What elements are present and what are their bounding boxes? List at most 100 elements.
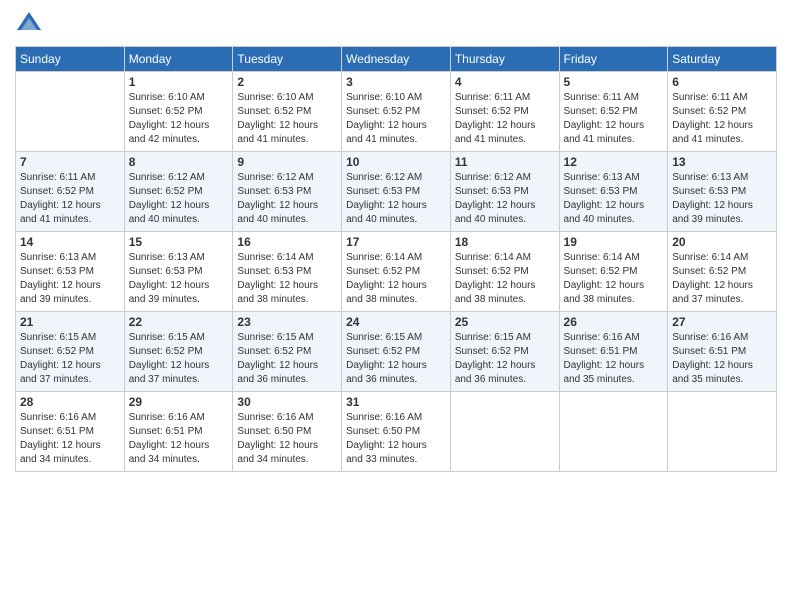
header — [15, 10, 777, 38]
calendar-day-header: Sunday — [16, 47, 125, 72]
day-info: Sunrise: 6:11 AMSunset: 6:52 PMDaylight:… — [455, 92, 536, 145]
day-number: 9 — [237, 155, 337, 169]
day-info: Sunrise: 6:15 AMSunset: 6:52 PMDaylight:… — [129, 332, 210, 385]
day-info: Sunrise: 6:12 AMSunset: 6:53 PMDaylight:… — [346, 172, 427, 225]
day-number: 6 — [672, 75, 772, 89]
calendar-cell: 18 Sunrise: 6:14 AMSunset: 6:52 PMDaylig… — [450, 232, 559, 312]
day-number: 15 — [129, 235, 229, 249]
calendar-cell: 27 Sunrise: 6:16 AMSunset: 6:51 PMDaylig… — [668, 312, 777, 392]
calendar-cell: 26 Sunrise: 6:16 AMSunset: 6:51 PMDaylig… — [559, 312, 668, 392]
calendar: SundayMondayTuesdayWednesdayThursdayFrid… — [15, 46, 777, 472]
calendar-day-header: Tuesday — [233, 47, 342, 72]
day-info: Sunrise: 6:14 AMSunset: 6:53 PMDaylight:… — [237, 252, 318, 305]
calendar-cell: 31 Sunrise: 6:16 AMSunset: 6:50 PMDaylig… — [342, 392, 451, 472]
day-info: Sunrise: 6:10 AMSunset: 6:52 PMDaylight:… — [237, 92, 318, 145]
calendar-cell: 25 Sunrise: 6:15 AMSunset: 6:52 PMDaylig… — [450, 312, 559, 392]
calendar-cell — [450, 392, 559, 472]
day-number: 2 — [237, 75, 337, 89]
day-number: 19 — [564, 235, 664, 249]
day-number: 24 — [346, 315, 446, 329]
calendar-week-row: 7 Sunrise: 6:11 AMSunset: 6:52 PMDayligh… — [16, 152, 777, 232]
calendar-day-header: Wednesday — [342, 47, 451, 72]
calendar-week-row: 21 Sunrise: 6:15 AMSunset: 6:52 PMDaylig… — [16, 312, 777, 392]
calendar-cell: 15 Sunrise: 6:13 AMSunset: 6:53 PMDaylig… — [124, 232, 233, 312]
day-number: 17 — [346, 235, 446, 249]
day-number: 31 — [346, 395, 446, 409]
calendar-day-header: Thursday — [450, 47, 559, 72]
calendar-cell: 28 Sunrise: 6:16 AMSunset: 6:51 PMDaylig… — [16, 392, 125, 472]
calendar-cell — [559, 392, 668, 472]
calendar-day-header: Saturday — [668, 47, 777, 72]
day-number: 29 — [129, 395, 229, 409]
calendar-day-header: Friday — [559, 47, 668, 72]
day-info: Sunrise: 6:16 AMSunset: 6:51 PMDaylight:… — [564, 332, 645, 385]
calendar-cell: 29 Sunrise: 6:16 AMSunset: 6:51 PMDaylig… — [124, 392, 233, 472]
day-number: 5 — [564, 75, 664, 89]
day-number: 3 — [346, 75, 446, 89]
day-number: 10 — [346, 155, 446, 169]
day-number: 12 — [564, 155, 664, 169]
day-number: 27 — [672, 315, 772, 329]
day-number: 14 — [20, 235, 120, 249]
day-number: 7 — [20, 155, 120, 169]
calendar-cell: 22 Sunrise: 6:15 AMSunset: 6:52 PMDaylig… — [124, 312, 233, 392]
day-info: Sunrise: 6:15 AMSunset: 6:52 PMDaylight:… — [237, 332, 318, 385]
calendar-day-header: Monday — [124, 47, 233, 72]
calendar-cell: 8 Sunrise: 6:12 AMSunset: 6:52 PMDayligh… — [124, 152, 233, 232]
day-number: 21 — [20, 315, 120, 329]
page: SundayMondayTuesdayWednesdayThursdayFrid… — [0, 0, 792, 612]
calendar-cell: 14 Sunrise: 6:13 AMSunset: 6:53 PMDaylig… — [16, 232, 125, 312]
day-number: 25 — [455, 315, 555, 329]
calendar-cell: 12 Sunrise: 6:13 AMSunset: 6:53 PMDaylig… — [559, 152, 668, 232]
day-info: Sunrise: 6:10 AMSunset: 6:52 PMDaylight:… — [346, 92, 427, 145]
calendar-cell: 10 Sunrise: 6:12 AMSunset: 6:53 PMDaylig… — [342, 152, 451, 232]
calendar-cell: 1 Sunrise: 6:10 AMSunset: 6:52 PMDayligh… — [124, 72, 233, 152]
calendar-cell: 2 Sunrise: 6:10 AMSunset: 6:52 PMDayligh… — [233, 72, 342, 152]
calendar-header-row: SundayMondayTuesdayWednesdayThursdayFrid… — [16, 47, 777, 72]
day-info: Sunrise: 6:13 AMSunset: 6:53 PMDaylight:… — [564, 172, 645, 225]
logo — [15, 10, 47, 38]
day-number: 30 — [237, 395, 337, 409]
day-info: Sunrise: 6:12 AMSunset: 6:53 PMDaylight:… — [237, 172, 318, 225]
calendar-cell: 4 Sunrise: 6:11 AMSunset: 6:52 PMDayligh… — [450, 72, 559, 152]
calendar-cell: 11 Sunrise: 6:12 AMSunset: 6:53 PMDaylig… — [450, 152, 559, 232]
calendar-cell: 5 Sunrise: 6:11 AMSunset: 6:52 PMDayligh… — [559, 72, 668, 152]
calendar-cell: 9 Sunrise: 6:12 AMSunset: 6:53 PMDayligh… — [233, 152, 342, 232]
day-info: Sunrise: 6:12 AMSunset: 6:53 PMDaylight:… — [455, 172, 536, 225]
calendar-cell: 6 Sunrise: 6:11 AMSunset: 6:52 PMDayligh… — [668, 72, 777, 152]
calendar-cell: 30 Sunrise: 6:16 AMSunset: 6:50 PMDaylig… — [233, 392, 342, 472]
day-info: Sunrise: 6:16 AMSunset: 6:50 PMDaylight:… — [346, 412, 427, 465]
calendar-cell: 3 Sunrise: 6:10 AMSunset: 6:52 PMDayligh… — [342, 72, 451, 152]
calendar-cell: 23 Sunrise: 6:15 AMSunset: 6:52 PMDaylig… — [233, 312, 342, 392]
calendar-cell: 21 Sunrise: 6:15 AMSunset: 6:52 PMDaylig… — [16, 312, 125, 392]
calendar-cell — [16, 72, 125, 152]
day-info: Sunrise: 6:15 AMSunset: 6:52 PMDaylight:… — [20, 332, 101, 385]
day-info: Sunrise: 6:11 AMSunset: 6:52 PMDaylight:… — [20, 172, 101, 225]
day-info: Sunrise: 6:14 AMSunset: 6:52 PMDaylight:… — [564, 252, 645, 305]
calendar-week-row: 28 Sunrise: 6:16 AMSunset: 6:51 PMDaylig… — [16, 392, 777, 472]
calendar-cell: 13 Sunrise: 6:13 AMSunset: 6:53 PMDaylig… — [668, 152, 777, 232]
day-number: 28 — [20, 395, 120, 409]
day-number: 8 — [129, 155, 229, 169]
calendar-cell: 16 Sunrise: 6:14 AMSunset: 6:53 PMDaylig… — [233, 232, 342, 312]
day-info: Sunrise: 6:16 AMSunset: 6:50 PMDaylight:… — [237, 412, 318, 465]
calendar-cell: 17 Sunrise: 6:14 AMSunset: 6:52 PMDaylig… — [342, 232, 451, 312]
day-info: Sunrise: 6:15 AMSunset: 6:52 PMDaylight:… — [346, 332, 427, 385]
day-info: Sunrise: 6:16 AMSunset: 6:51 PMDaylight:… — [129, 412, 210, 465]
day-info: Sunrise: 6:14 AMSunset: 6:52 PMDaylight:… — [455, 252, 536, 305]
calendar-cell: 7 Sunrise: 6:11 AMSunset: 6:52 PMDayligh… — [16, 152, 125, 232]
day-number: 13 — [672, 155, 772, 169]
calendar-week-row: 14 Sunrise: 6:13 AMSunset: 6:53 PMDaylig… — [16, 232, 777, 312]
day-info: Sunrise: 6:16 AMSunset: 6:51 PMDaylight:… — [672, 332, 753, 385]
calendar-cell — [668, 392, 777, 472]
calendar-cell: 20 Sunrise: 6:14 AMSunset: 6:52 PMDaylig… — [668, 232, 777, 312]
day-number: 16 — [237, 235, 337, 249]
day-info: Sunrise: 6:15 AMSunset: 6:52 PMDaylight:… — [455, 332, 536, 385]
day-info: Sunrise: 6:13 AMSunset: 6:53 PMDaylight:… — [672, 172, 753, 225]
day-info: Sunrise: 6:10 AMSunset: 6:52 PMDaylight:… — [129, 92, 210, 145]
calendar-cell: 19 Sunrise: 6:14 AMSunset: 6:52 PMDaylig… — [559, 232, 668, 312]
day-number: 1 — [129, 75, 229, 89]
logo-icon — [15, 10, 43, 38]
day-number: 22 — [129, 315, 229, 329]
calendar-week-row: 1 Sunrise: 6:10 AMSunset: 6:52 PMDayligh… — [16, 72, 777, 152]
